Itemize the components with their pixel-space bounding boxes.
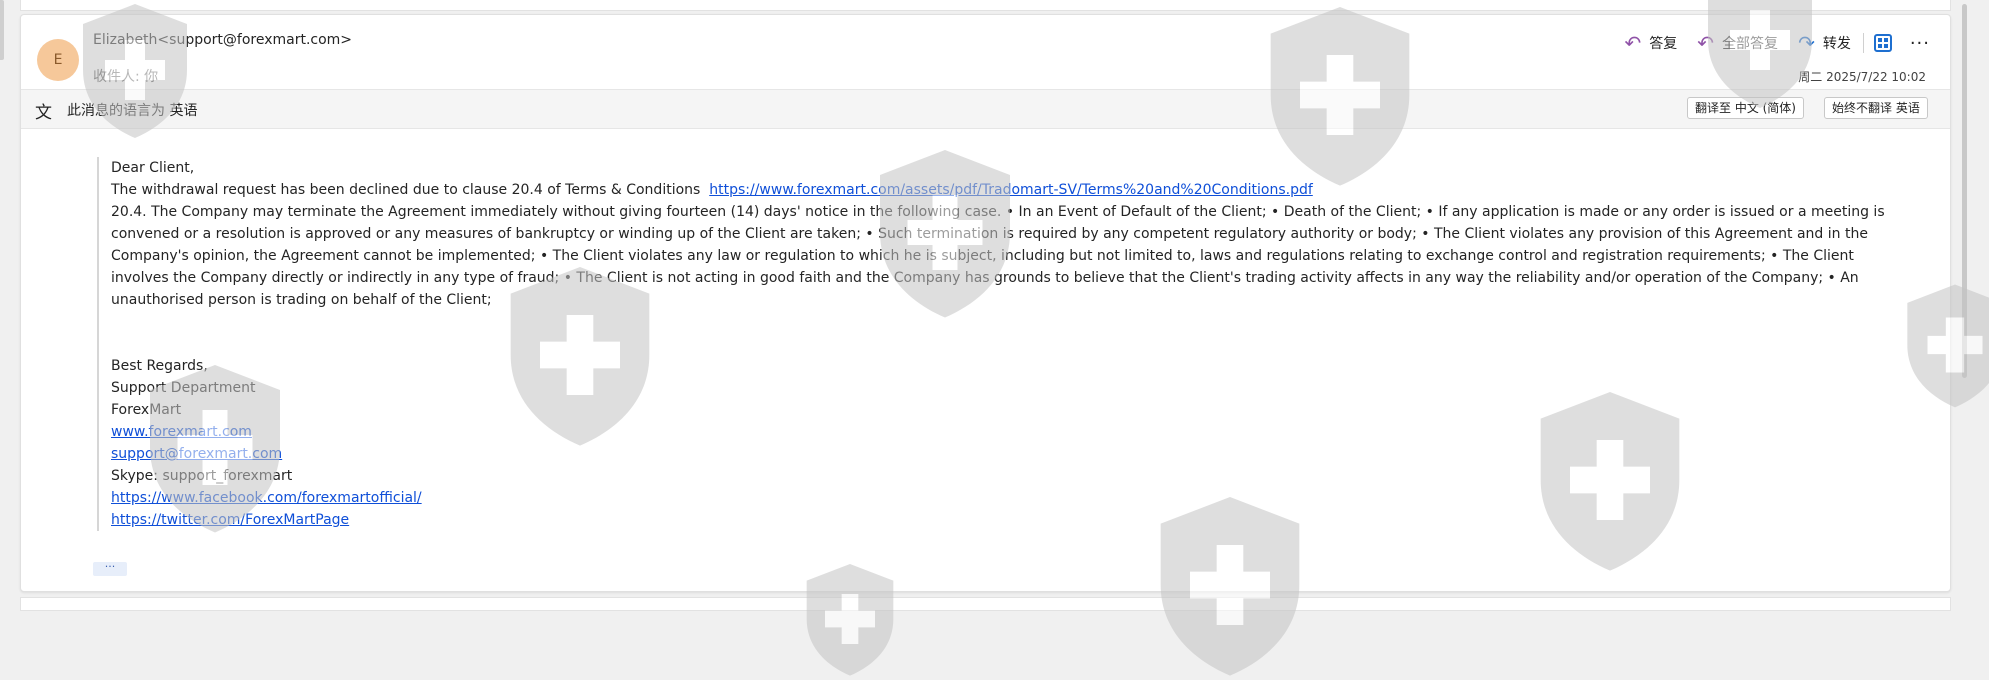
reply-label: 答复 [1649,36,1678,52]
support-email-link[interactable]: support@forexmart.com [111,446,282,462]
toolbar-divider [1862,33,1864,53]
skype-text: Skype: support_forexmart [111,468,293,484]
recipient-line: 收件人: 你 [93,69,159,85]
company-text: ForexMart [111,402,182,418]
next-message-edge [20,597,1951,611]
forward-arrow-icon: ↷ [1798,31,1815,55]
regards-text: Best Regards, [111,358,208,374]
more-actions-button[interactable]: ··· [1910,33,1930,54]
reply-all-button[interactable]: ↶ 全部答复 [1697,33,1778,53]
translate-button[interactable]: 翻译至 中文 (简体) [1687,97,1804,119]
translation-message: 此消息的语言为 英语 [67,103,198,119]
message-actions-toolbar: ↶ 答复 ↶ 全部答复 ↷ 转发 ··· [1605,31,1930,55]
decline-text: The withdrawal request has been declined… [111,182,701,198]
forward-button[interactable]: ↷ 转发 [1798,33,1851,53]
message-date: 周二 2025/7/22 10:02 [1798,70,1926,84]
reply-all-arrow-icon: ↶ [1697,31,1715,55]
forward-label: 转发 [1822,36,1851,52]
reply-arrow-icon: ↶ [1624,31,1642,55]
immersive-reader-icon[interactable] [1873,34,1892,52]
never-translate-button[interactable]: 始终不翻译 英语 [1824,97,1928,119]
twitter-link[interactable]: https://twitter.com/ForexMartPage [111,512,349,528]
translate-icon: 文 [35,103,52,123]
avatar-initial: E [53,52,63,68]
decline-line: The withdrawal request has been declined… [111,179,1901,201]
translation-bar: 文 此消息的语言为 英语 翻译至 中文 (简体) 始终不翻译 英语 [21,89,1950,129]
sender-avatar[interactable]: E [37,39,79,81]
department-text: Support Department [111,380,256,396]
left-scrollbar[interactable] [0,0,4,60]
terms-link[interactable]: https://www.forexmart.com/assets/pdf/Tra… [709,182,1313,198]
greeting: Dear Client, [111,160,195,176]
show-quoted-text-button[interactable]: ··· [93,561,127,576]
reply-all-label: 全部答复 [1722,36,1779,52]
previous-message-edge [20,0,1951,11]
right-scrollbar[interactable] [1962,4,1967,378]
facebook-link[interactable]: https://www.facebook.com/forexmartoffici… [111,490,422,506]
reply-button[interactable]: ↶ 答复 [1625,33,1678,53]
clause-text: 20.4. The Company may terminate the Agre… [111,204,1885,308]
email-body: Dear Client, The withdrawal request has … [97,157,1901,531]
website-link[interactable]: www.forexmart.com [111,424,252,440]
email-message-card: E Elizabeth<support@forexmart.com> 收件人: … [20,14,1951,592]
sender-name[interactable]: Elizabeth<support@forexmart.com> [93,32,352,48]
